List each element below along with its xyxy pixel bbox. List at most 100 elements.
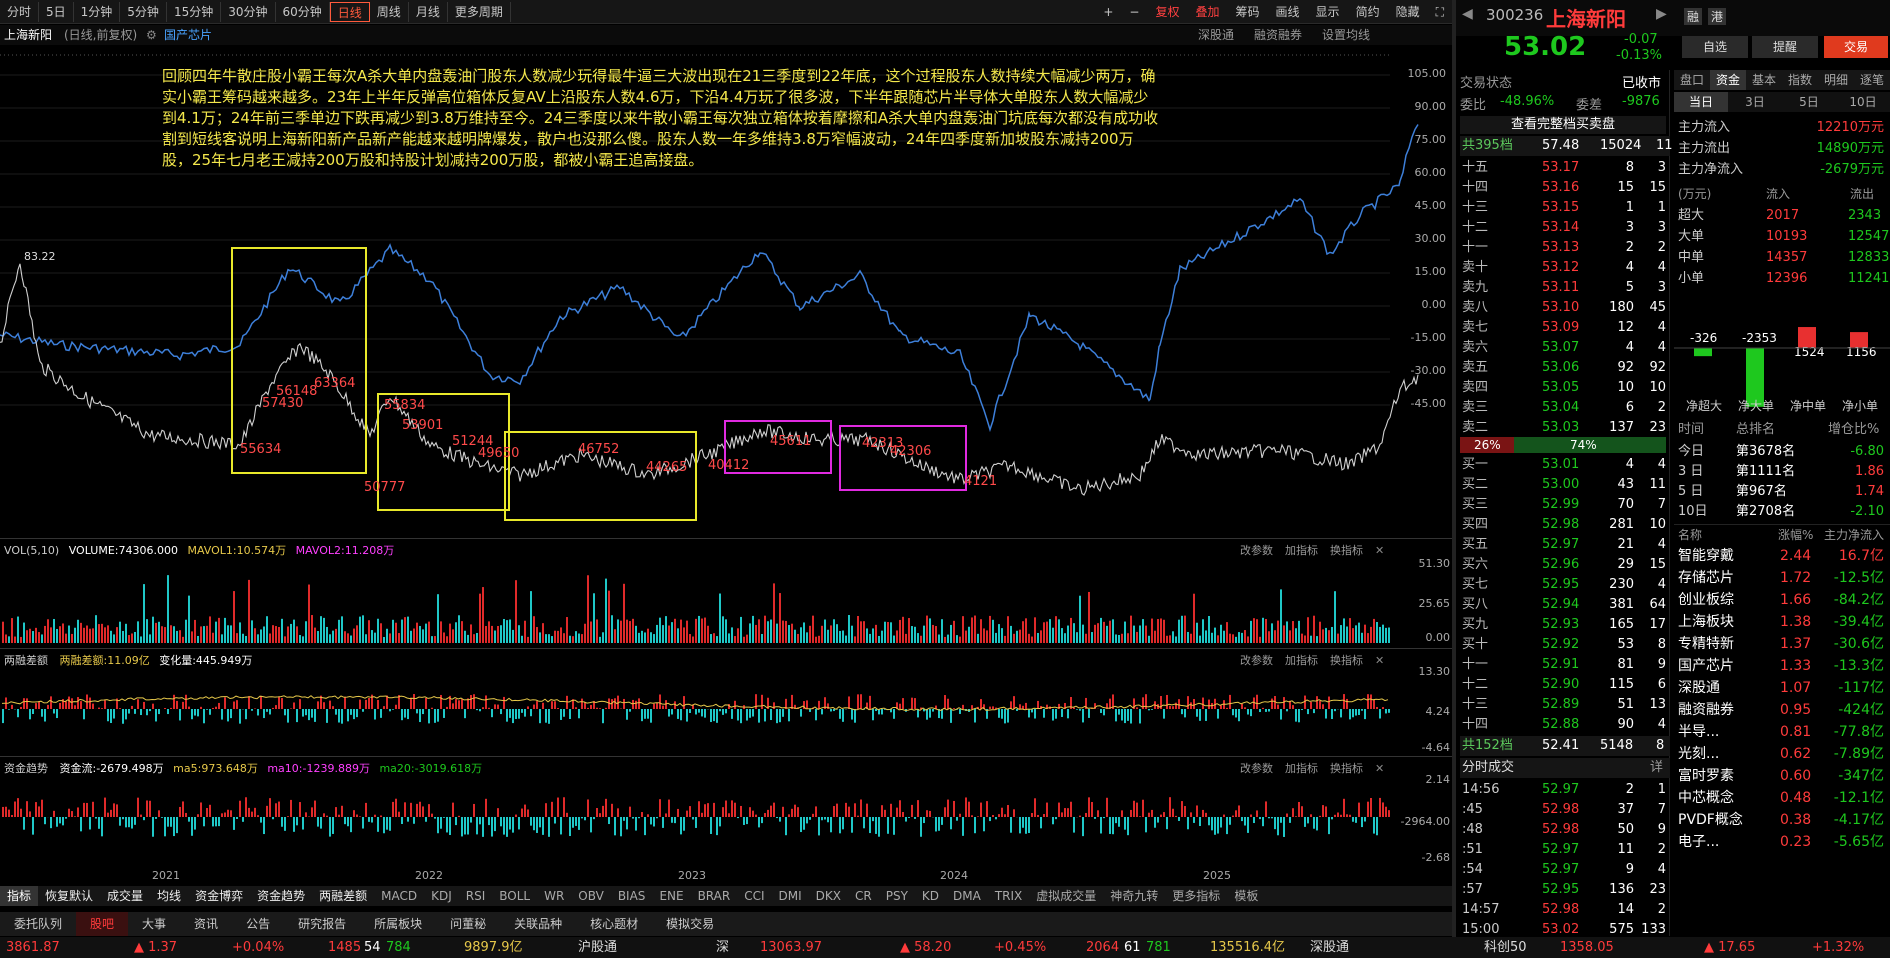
bottom-tab-8[interactable]: 关联品种: [500, 912, 576, 936]
indicator-tab-23[interactable]: TRIX: [988, 886, 1029, 906]
sgt-link[interactable]: 深股通: [1310, 937, 1349, 958]
sector-row[interactable]: 深股通 1.07 -117亿: [1674, 678, 1890, 698]
ticks-detail-link[interactable]: 详: [1650, 758, 1663, 778]
toolbar-btn-3[interactable]: 画线: [1268, 2, 1308, 22]
indicator-tab-19[interactable]: CR: [848, 886, 879, 906]
zoom-out-icon[interactable]: −: [1121, 2, 1147, 22]
ask-row[interactable]: 卖五 53.06 92 92: [1460, 358, 1670, 378]
sector-row[interactable]: 中芯概念 0.48 -12.1亿: [1674, 788, 1890, 808]
toolbar-btn-1[interactable]: 叠加: [1188, 2, 1228, 22]
sector-row[interactable]: 专精特新 1.37 -30.6亿: [1674, 634, 1890, 654]
full-book-link[interactable]: 查看完整档买卖盘: [1460, 116, 1666, 134]
bid-row[interactable]: 十一 52.91 81 9: [1460, 655, 1670, 675]
indicator-tab-13[interactable]: BIAS: [611, 886, 653, 906]
alert-button[interactable]: 提醒: [1752, 36, 1818, 58]
link-ma-settings[interactable]: 设置均线: [1322, 25, 1370, 45]
period-tab-0[interactable]: 分时: [0, 1, 40, 22]
bid-row[interactable]: 十三 52.89 51 13: [1460, 695, 1670, 715]
indicator-tab-22[interactable]: DMA: [946, 886, 988, 906]
indicator-tab-17[interactable]: DMI: [772, 886, 809, 906]
sector-row[interactable]: 富时罗素 0.60 -347亿: [1674, 766, 1890, 786]
gear-icon[interactable]: ⚙: [146, 25, 157, 45]
sector-row[interactable]: 创业板综 1.66 -84.2亿: [1674, 590, 1890, 610]
ask-row[interactable]: 十二 53.14 3 3: [1460, 218, 1670, 238]
indicator-tab-8[interactable]: KDJ: [424, 886, 459, 906]
sector-row[interactable]: 光刻... 0.62 -7.89亿: [1674, 744, 1890, 764]
indicator-tab-10[interactable]: BOLL: [492, 886, 537, 906]
period-tab-1[interactable]: 5日: [39, 1, 74, 22]
ask-row[interactable]: 十一 53.13 2 2: [1460, 238, 1670, 258]
toolbar-btn-5[interactable]: 简约: [1348, 2, 1388, 22]
toolbar-btn-4[interactable]: 显示: [1308, 2, 1348, 22]
indicator-tab-0[interactable]: 指标: [0, 886, 39, 906]
toolbar-btn-2[interactable]: 筹码: [1228, 2, 1268, 22]
ask-row[interactable]: 卖六 53.07 4 4: [1460, 338, 1670, 358]
sector-row[interactable]: 上海板块 1.38 -39.4亿: [1674, 612, 1890, 632]
mf-tab-2[interactable]: 基本: [1746, 70, 1782, 90]
bid-row[interactable]: 买二 53.00 43 11: [1460, 475, 1670, 495]
indicator-tab-9[interactable]: RSI: [459, 886, 493, 906]
period-tab-8[interactable]: 周线: [370, 1, 409, 22]
zoom-in-icon[interactable]: +: [1095, 2, 1121, 22]
ask-row[interactable]: 十五 53.17 8 3: [1460, 158, 1670, 178]
bottom-tab-1[interactable]: 股吧: [76, 912, 129, 936]
toolbar-btn-0[interactable]: 复权: [1147, 2, 1187, 22]
period-tab-6[interactable]: 60分钟: [276, 1, 330, 22]
bid-row[interactable]: 买七 52.95 230 4: [1460, 575, 1670, 595]
bid-row[interactable]: 买九 52.93 165 17: [1460, 615, 1670, 635]
period-tab-7[interactable]: 日线: [329, 1, 370, 22]
bottom-tab-2[interactable]: 大事: [128, 912, 180, 936]
bottom-tab-10[interactable]: 模拟交易: [652, 912, 728, 936]
sector-row[interactable]: 智能穿戴 2.44 16.7亿: [1674, 546, 1890, 566]
link-sgt[interactable]: 深股通: [1198, 25, 1234, 45]
indicator-tab-6[interactable]: 两融差额: [312, 886, 374, 906]
indicator-tab-25[interactable]: 神奇九转: [1103, 886, 1165, 906]
ask-row[interactable]: 十三 53.15 1 1: [1460, 198, 1670, 218]
indicator-tab-20[interactable]: PSY: [879, 886, 915, 906]
bid-row[interactable]: 买四 52.98 281 10: [1460, 515, 1670, 535]
bottom-tab-0[interactable]: 委托队列: [0, 912, 76, 936]
mf-tab-4[interactable]: 明细: [1818, 70, 1854, 90]
period-tab-10[interactable]: 更多周期: [448, 1, 511, 22]
indicator-tab-2[interactable]: 成交量: [100, 886, 150, 906]
bid-row[interactable]: 十二 52.90 115 6: [1460, 675, 1670, 695]
indicator-tab-14[interactable]: ENE: [652, 886, 690, 906]
mf-tab-3[interactable]: 指数: [1782, 70, 1818, 90]
bottom-tab-6[interactable]: 所属板块: [360, 912, 436, 936]
ask-row[interactable]: 卖二 53.03 137 23: [1460, 418, 1670, 438]
bottom-tab-3[interactable]: 资讯: [180, 912, 232, 936]
indicator-tab-24[interactable]: 虚拟成交量: [1029, 886, 1103, 906]
bid-row[interactable]: 买一 53.01 4 4: [1460, 455, 1670, 475]
period-tab-2[interactable]: 1分钟: [74, 1, 121, 22]
ask-row[interactable]: 卖八 53.10 180 45: [1460, 298, 1670, 318]
bid-row[interactable]: 买十 52.92 53 8: [1460, 635, 1670, 655]
bid-row[interactable]: 买八 52.94 381 64: [1460, 595, 1670, 615]
ask-row[interactable]: 十四 53.16 15 15: [1460, 178, 1670, 198]
indicator-tab-5[interactable]: 资金趋势: [250, 886, 312, 906]
indicator-tab-26[interactable]: 更多指标: [1165, 886, 1227, 906]
mf-day-0[interactable]: 当日: [1674, 92, 1728, 112]
concept-tag[interactable]: 国产芯片: [164, 25, 212, 45]
ask-row[interactable]: 卖三 53.04 6 2: [1460, 398, 1670, 418]
sector-row[interactable]: PVDF概念 0.38 -4.17亿: [1674, 810, 1890, 830]
bid-row[interactable]: 买三 52.99 70 7: [1460, 495, 1670, 515]
ask-row[interactable]: 卖十 53.12 4 4: [1460, 258, 1670, 278]
bid-row[interactable]: 买五 52.97 21 4: [1460, 535, 1670, 555]
indicator-tab-27[interactable]: 模板: [1227, 886, 1265, 906]
indicator-tab-12[interactable]: OBV: [571, 886, 611, 906]
indicator-tab-7[interactable]: MACD: [374, 886, 424, 906]
trade-button[interactable]: 交易: [1824, 36, 1888, 58]
add-watchlist-button[interactable]: 自选: [1682, 36, 1748, 58]
indicator-tab-18[interactable]: DKX: [809, 886, 848, 906]
period-tab-4[interactable]: 15分钟: [167, 1, 222, 22]
sector-row[interactable]: 融资融券 0.95 -424亿: [1674, 700, 1890, 720]
period-tab-3[interactable]: 5分钟: [120, 1, 167, 22]
mf-tab-5[interactable]: 逐笔: [1854, 70, 1890, 90]
next-stock-icon[interactable]: ▶: [1656, 6, 1667, 22]
toolbar-btn-6[interactable]: 隐藏: [1388, 2, 1428, 22]
sector-row[interactable]: 国产芯片 1.33 -13.3亿: [1674, 656, 1890, 676]
prev-stock-icon[interactable]: ◀: [1462, 6, 1473, 22]
mf-tab-1[interactable]: 资金: [1710, 70, 1746, 90]
period-tab-9[interactable]: 月线: [409, 1, 448, 22]
bottom-tab-7[interactable]: 问董秘: [436, 912, 500, 936]
